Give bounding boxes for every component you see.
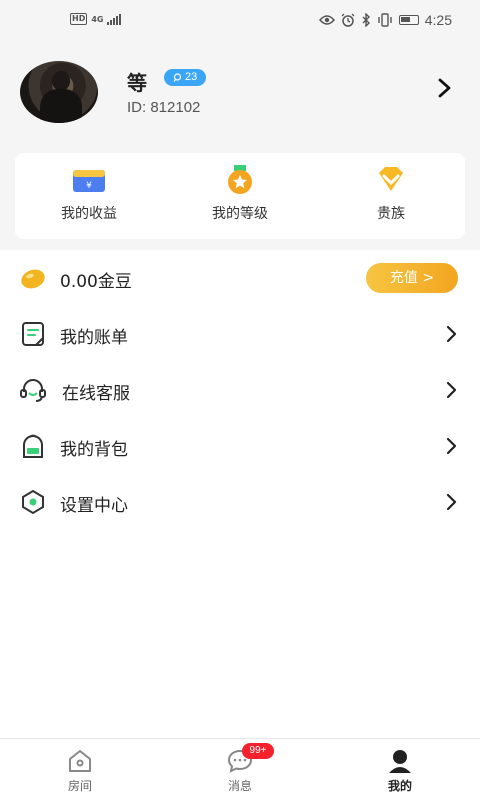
battery-icon (398, 15, 419, 25)
menu-item-settings[interactable]: 设置中心 (0, 474, 480, 530)
vibrate-icon (378, 13, 392, 27)
settings-icon (22, 489, 44, 515)
quick-action-earnings[interactable]: ¥ 我的收益 (19, 165, 159, 235)
diamond-icon (379, 167, 403, 191)
tab-label: 我的 (387, 779, 412, 793)
level-icon (173, 73, 182, 82)
medal-icon (228, 165, 252, 194)
menu-item-label: 我的账单 (60, 328, 128, 348)
quick-action-level[interactable]: 我的等级 (170, 165, 310, 235)
quick-action-nobility[interactable]: 贵族 (321, 165, 461, 235)
home-icon (69, 750, 91, 772)
menu-item-support[interactable]: 在线客服 (0, 362, 480, 418)
tab-label: 房间 (67, 779, 92, 793)
chevron-right-icon[interactable] (434, 77, 456, 99)
chevron-right-icon (446, 437, 457, 455)
quick-action-label: 我的等级 (212, 206, 268, 222)
hd-badge: HD (70, 13, 88, 25)
headset-icon (20, 379, 46, 402)
quick-actions-card: ¥ 我的收益 我的等级 贵族 (15, 153, 465, 239)
chevron-right-icon (446, 381, 457, 399)
level-value: 23 (185, 71, 198, 83)
profile-header[interactable]: 等 23 ID: 812102 (0, 55, 480, 135)
status-bar: HD 4G 4:25 (0, 0, 480, 40)
user-icon (389, 750, 411, 773)
backpack-icon (23, 434, 43, 458)
balance-row: 0.00金豆 充值 > (0, 250, 480, 306)
user-id: ID: 812102 (127, 99, 201, 116)
level-badge: 23 (164, 69, 207, 86)
bean-icon (21, 269, 45, 289)
alarm-icon (341, 13, 355, 27)
status-left: HD 4G (70, 13, 122, 25)
avatar-head (52, 71, 70, 91)
menu-item-label: 设置中心 (60, 496, 128, 516)
svg-text:¥: ¥ (86, 181, 92, 191)
bluetooth-icon (362, 13, 370, 27)
quick-action-label: 我的收益 (61, 206, 117, 222)
menu-item-label: 在线客服 (62, 384, 130, 404)
tab-label: 消息 (227, 779, 252, 793)
bottom-tab-bar: 房间 99+ 消息 我的 (0, 738, 480, 801)
recharge-button[interactable]: 充值 > (366, 263, 458, 293)
menu-list: 0.00金豆 充值 > 我的账单 在线客服 我的背包 设置中心 (0, 250, 480, 530)
signal-icon (107, 13, 122, 25)
username: 等 (127, 71, 147, 95)
chevron-right-icon (446, 325, 457, 343)
tab-mine[interactable]: 我的 (320, 739, 480, 801)
eye-icon (318, 15, 335, 25)
menu-item-bill[interactable]: 我的账单 (0, 306, 480, 362)
balance-text: 0.00金豆 (60, 272, 132, 292)
menu-item-backpack[interactable]: 我的背包 (0, 418, 480, 474)
menu-item-label: 我的背包 (60, 440, 128, 460)
bill-icon (22, 322, 44, 346)
avatar-body (40, 89, 82, 123)
chevron-right-icon (446, 493, 457, 511)
network-type: 4G (91, 14, 104, 24)
tab-messages[interactable]: 99+ 消息 (160, 739, 320, 801)
status-right: 4:25 (318, 12, 452, 28)
unread-badge: 99+ (242, 743, 274, 759)
quick-action-label: 贵族 (377, 206, 405, 222)
status-time: 4:25 (424, 12, 452, 28)
wallet-icon: ¥ (73, 170, 105, 192)
avatar[interactable] (20, 61, 98, 123)
tab-rooms[interactable]: 房间 (0, 739, 160, 801)
